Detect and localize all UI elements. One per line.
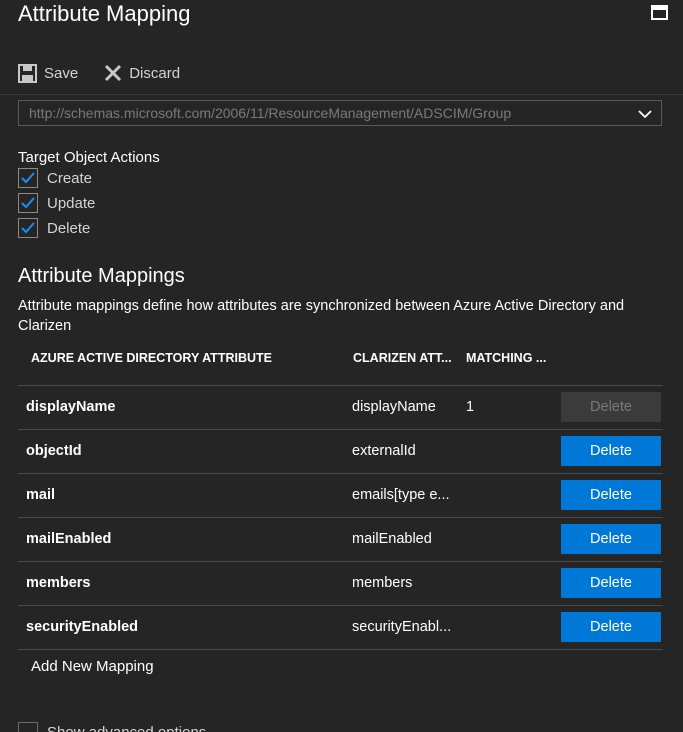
advanced-options-label: Show advanced options xyxy=(47,723,207,732)
table-bottom-divider xyxy=(18,649,663,650)
delete-checkbox[interactable] xyxy=(18,218,38,238)
delete-mapping-button[interactable]: Delete xyxy=(561,480,661,510)
chevron-down-icon xyxy=(638,110,652,119)
add-new-mapping-link[interactable]: Add New Mapping xyxy=(31,658,154,675)
object-type-value: http://schemas.microsoft.com/2006/11/Res… xyxy=(29,105,512,121)
action-delete: Delete xyxy=(18,217,90,239)
target-attribute: externalId xyxy=(352,443,416,459)
maximize-icon[interactable] xyxy=(651,5,668,20)
target-attribute: securityEnabl... xyxy=(352,619,452,635)
action-create: Create xyxy=(18,167,92,189)
mappings-description: Attribute mappings define how attributes… xyxy=(18,298,625,334)
source-attribute: objectId xyxy=(26,443,82,459)
table-row[interactable]: members members Delete xyxy=(18,561,663,605)
table-row[interactable]: displayName displayName 1 Delete xyxy=(18,385,663,429)
delete-mapping-button[interactable]: Delete xyxy=(561,568,661,598)
checkmark-icon xyxy=(21,222,35,234)
target-attribute: members xyxy=(352,575,413,591)
advanced-options: Show advanced options xyxy=(18,722,206,732)
object-type-select[interactable]: http://schemas.microsoft.com/2006/11/Res… xyxy=(18,100,662,126)
attribute-mapping-blade: Attribute Mapping Save Discard http://sc… xyxy=(0,0,683,732)
update-checkbox[interactable] xyxy=(18,193,38,213)
save-button[interactable]: Save xyxy=(18,63,79,83)
column-header-matching[interactable]: MATCHING ... xyxy=(466,351,546,365)
column-header-source[interactable]: AZURE ACTIVE DIRECTORY ATTRIBUTE xyxy=(31,351,272,365)
toolbar-divider xyxy=(0,94,683,95)
page-title: Attribute Mapping xyxy=(18,1,191,26)
save-icon xyxy=(18,63,37,83)
target-attribute: mailEnabled xyxy=(352,531,432,547)
table-row[interactable]: securityEnabled securityEnabl... Delete xyxy=(18,605,663,649)
column-header-target[interactable]: CLARIZEN ATT... xyxy=(353,351,452,365)
target-actions-label: Target Object Actions xyxy=(18,149,160,166)
mappings-title: Attribute Mappings xyxy=(18,265,185,287)
create-checkbox[interactable] xyxy=(18,168,38,188)
source-attribute: displayName xyxy=(26,399,116,415)
source-attribute: mailEnabled xyxy=(26,531,112,547)
update-label: Update xyxy=(47,194,96,212)
command-bar: Save Discard xyxy=(18,60,206,86)
matching-precedence: 1 xyxy=(466,399,475,415)
discard-button[interactable]: Discard xyxy=(104,64,180,82)
delete-mapping-button[interactable]: Delete xyxy=(561,436,661,466)
table-row[interactable]: mail emails[type e... Delete xyxy=(18,473,663,517)
delete-mapping-button[interactable]: Delete xyxy=(561,392,661,422)
advanced-options-checkbox[interactable] xyxy=(18,722,38,732)
create-label: Create xyxy=(47,169,93,187)
table-row[interactable]: mailEnabled mailEnabled Delete xyxy=(18,517,663,561)
source-attribute: securityEnabled xyxy=(26,619,139,635)
table-row[interactable]: objectId externalId Delete xyxy=(18,429,663,473)
save-label: Save xyxy=(44,64,79,82)
close-icon xyxy=(105,64,122,82)
action-update: Update xyxy=(18,192,95,214)
checkmark-icon xyxy=(21,197,35,209)
source-attribute: mail xyxy=(26,487,56,503)
discard-label: Discard xyxy=(129,64,181,82)
delete-label: Delete xyxy=(47,219,91,237)
target-attribute: displayName xyxy=(352,399,436,415)
checkmark-icon xyxy=(21,172,35,184)
delete-mapping-button[interactable]: Delete xyxy=(561,612,661,642)
source-attribute: members xyxy=(26,575,91,591)
target-attribute: emails[type e... xyxy=(352,487,450,503)
delete-mapping-button[interactable]: Delete xyxy=(561,524,661,554)
